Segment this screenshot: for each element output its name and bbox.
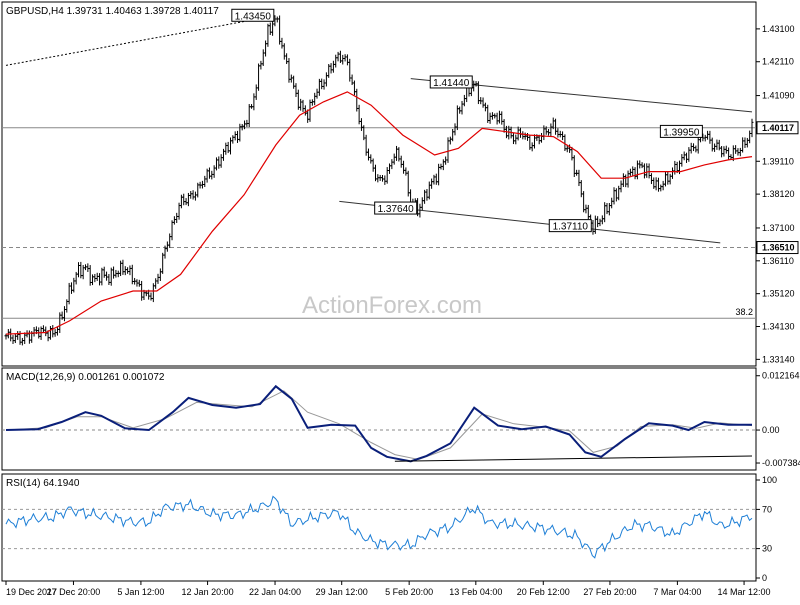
xtick-label: 29 Jan 12:00 xyxy=(316,587,368,597)
rsi-panel-title: RSI(14) 64.1940 xyxy=(6,478,80,489)
price-label-4: 1.39950 xyxy=(663,127,700,138)
macd-panel-frame xyxy=(1,367,757,471)
xtick-label: 20 Feb 12:00 xyxy=(517,587,570,597)
price-label-1: 1.41440 xyxy=(433,78,470,89)
xtick-label: 14 Mar 12:00 xyxy=(718,587,771,597)
macd-ytick-label: 0.012164 xyxy=(762,371,800,381)
price-ytick-label: 1.37100 xyxy=(762,223,795,233)
price-panel-title: GBPUSD,H4 1.39731 1.40463 1.39728 1.4011… xyxy=(6,6,219,17)
price-label-0: 1.43450 xyxy=(235,11,272,22)
xtick-label: 27 Feb 20:00 xyxy=(583,587,636,597)
axis-level-label-0: 1.40117 xyxy=(762,123,794,133)
price-ytick-label: 1.39110 xyxy=(762,156,794,166)
price-ytick-label: 1.41090 xyxy=(762,91,795,101)
price-ytick-label: 1.33140 xyxy=(762,354,795,364)
chart-svg: GBPUSD,H4 1.39731 1.40463 1.39728 1.4011… xyxy=(1,1,800,597)
axis-level-label-1: 1.36510 xyxy=(762,243,795,253)
rsi-panel-frame xyxy=(1,473,757,582)
xtick-label: 5 Feb 20:00 xyxy=(385,587,433,597)
xtick-label: 12 Jan 20:00 xyxy=(182,587,234,597)
price-label-3: 1.37110 xyxy=(553,222,589,233)
rsi-ytick-label: 100 xyxy=(762,475,777,485)
price-ytick-label: 1.38120 xyxy=(762,189,795,199)
price-ytick-label: 1.34130 xyxy=(762,322,795,332)
price-label-2: 1.37640 xyxy=(378,204,415,215)
xtick-label: 7 Mar 04:00 xyxy=(653,587,701,597)
rsi-ytick-label: 30 xyxy=(762,544,772,554)
price-ytick-label: 1.35120 xyxy=(762,289,795,299)
xtick-label: 22 Jan 04:00 xyxy=(249,587,301,597)
xtick-label: 5 Jan 12:00 xyxy=(117,587,164,597)
rsi-ytick-label: 0 xyxy=(762,573,767,583)
rsi-ytick-label: 70 xyxy=(762,504,772,514)
xtick-label: 27 Dec 20:00 xyxy=(47,587,101,597)
price-ytick-label: 1.36110 xyxy=(762,256,794,266)
price-ytick-label: 1.42110 xyxy=(762,57,794,67)
watermark-text: ActionForex.com xyxy=(302,292,482,319)
macd-ytick-label: -0.007384 xyxy=(762,458,800,468)
macd-ytick-label: 0.00 xyxy=(762,425,780,435)
fib-label: 38.2 xyxy=(735,307,753,317)
macd-panel-title: MACD(12,26,9) 0.001261 0.001072 xyxy=(6,372,165,383)
price-ytick-label: 1.43100 xyxy=(762,24,795,34)
xtick-label: 13 Feb 04:00 xyxy=(449,587,502,597)
